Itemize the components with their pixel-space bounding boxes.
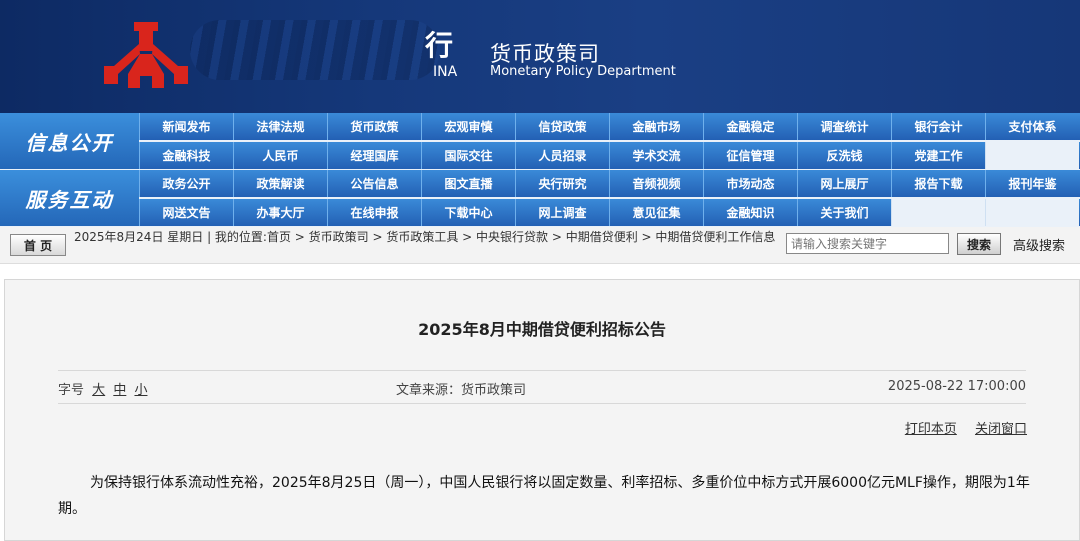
nav-item[interactable]: 货币政策	[327, 113, 421, 140]
nav-item[interactable]: 市场动态	[703, 170, 797, 197]
nav-item-empty	[891, 199, 985, 226]
nav-section-label: 信息公开	[0, 113, 139, 169]
nav-section-info: 信息公开 新闻发布 法律法规 货币政策 宏观审慎 信贷政策 金融市场 金融稳定 …	[0, 113, 1080, 169]
department-subtitle: Monetary Policy Department	[490, 64, 676, 79]
nav-item[interactable]: 新闻发布	[139, 113, 233, 140]
font-size-control: 字号 大 中 小	[58, 379, 147, 398]
bank-name-fragment: 行	[425, 29, 454, 62]
nav-item[interactable]: 金融知识	[703, 199, 797, 226]
print-link[interactable]: 打印本页	[905, 422, 957, 437]
nav-item[interactable]: 网上调查	[515, 199, 609, 226]
nav-item[interactable]: 调查统计	[797, 113, 891, 140]
article-title: 2025年8月中期借贷便利招标公告	[418, 320, 666, 339]
nav-item[interactable]: 公告信息	[327, 170, 421, 197]
advanced-search-link[interactable]: 高级搜索	[1013, 235, 1065, 254]
nav-item[interactable]: 报告下载	[891, 170, 985, 197]
nav-item[interactable]: 金融科技	[139, 142, 233, 169]
pboc-logo-icon[interactable]	[104, 22, 188, 88]
breadcrumb: 2025年8月24日 星期日 | 我的位置:首页 > 货币政策司 > 货币政策工…	[74, 230, 776, 244]
nav-row: 网送文告 办事大厅 在线申报 下载中心 网上调查 意见征集 金融知识 关于我们	[139, 199, 1080, 226]
nav-item[interactable]: 政务公开	[139, 170, 233, 197]
nav-section-label: 服务互动	[0, 170, 139, 226]
article-panel: 2025年8月中期借贷便利招标公告 字号 大 中 小 文章来源：货币政策司 20…	[4, 279, 1080, 541]
nav-item[interactable]: 法律法规	[233, 113, 327, 140]
nav-item[interactable]: 图文直播	[421, 170, 515, 197]
article-source: 文章来源：货币政策司	[396, 383, 527, 398]
article-meta: 字号 大 中 小 文章来源：货币政策司 2025-08-22 17:00:00	[58, 370, 1026, 404]
nav-item[interactable]: 人民币	[233, 142, 327, 169]
location-bar: 首 页 2025年8月24日 星期日 | 我的位置:首页 > 货币政策司 > 货…	[0, 227, 1080, 264]
search-input[interactable]	[786, 233, 949, 254]
article-body: 为保持银行体系流动性充裕，2025年8月25日（周一），中国人民银行将以固定数量…	[58, 475, 1030, 517]
nav-item[interactable]: 银行会计	[891, 113, 985, 140]
nav-item[interactable]: 宏观审慎	[421, 113, 515, 140]
nav-item[interactable]: 金融稳定	[703, 113, 797, 140]
nav-item[interactable]: 反洗钱	[797, 142, 891, 169]
nav-item[interactable]: 信贷政策	[515, 113, 609, 140]
nav-item[interactable]: 在线申报	[327, 199, 421, 226]
nav-item[interactable]: 音频视频	[609, 170, 703, 197]
nav-item-empty	[985, 142, 1079, 169]
nav-row: 新闻发布 法律法规 货币政策 宏观审慎 信贷政策 金融市场 金融稳定 调查统计 …	[139, 113, 1080, 140]
nav-item[interactable]: 金融市场	[609, 113, 703, 140]
nav-item[interactable]: 征信管理	[703, 142, 797, 169]
nav-item[interactable]: 网上展厅	[797, 170, 891, 197]
nav-item[interactable]: 办事大厅	[233, 199, 327, 226]
nav-row: 政务公开 政策解读 公告信息 图文直播 央行研究 音频视频 市场动态 网上展厅 …	[139, 170, 1080, 197]
nav-item[interactable]: 关于我们	[797, 199, 891, 226]
nav-item[interactable]: 下载中心	[421, 199, 515, 226]
nav-item[interactable]: 报刊年鉴	[985, 170, 1079, 197]
nav-item[interactable]: 支付体系	[985, 113, 1079, 140]
nav-item[interactable]: 国际交往	[421, 142, 515, 169]
font-size-large[interactable]: 大	[92, 383, 105, 398]
nav-section-service: 服务互动 政务公开 政策解读 公告信息 图文直播 央行研究 音频视频 市场动态 …	[0, 170, 1080, 226]
article-date: 2025-08-22 17:00:00	[887, 379, 1026, 394]
article-actions: 打印本页 关闭窗口	[891, 418, 1027, 437]
font-size-medium[interactable]: 中	[113, 383, 126, 398]
nav-item[interactable]: 党建工作	[891, 142, 985, 169]
nav-item[interactable]: 人员招录	[515, 142, 609, 169]
nav-item[interactable]: 网送文告	[139, 199, 233, 226]
nav-item-empty	[985, 199, 1079, 226]
nav-item[interactable]: 意见征集	[609, 199, 703, 226]
site-banner: 行 INA 货币政策司 Monetary Policy Department	[0, 0, 1080, 113]
main-navigation: 信息公开 新闻发布 法律法规 货币政策 宏观审慎 信贷政策 金融市场 金融稳定 …	[0, 113, 1080, 227]
nav-row: 金融科技 人民币 经理国库 国际交往 人员招录 学术交流 征信管理 反洗钱 党建…	[139, 142, 1080, 169]
nav-item[interactable]: 央行研究	[515, 170, 609, 197]
font-size-label: 字号	[58, 383, 85, 398]
nav-item[interactable]: 经理国库	[327, 142, 421, 169]
search-button[interactable]: 搜索	[957, 233, 1001, 255]
nav-item[interactable]: 学术交流	[609, 142, 703, 169]
close-window-link[interactable]: 关闭窗口	[975, 422, 1027, 437]
nav-item[interactable]: 政策解读	[233, 170, 327, 197]
home-button[interactable]: 首 页	[10, 234, 66, 256]
banner-decoration	[190, 20, 440, 80]
font-size-small[interactable]: 小	[134, 383, 147, 398]
bank-name-english-fragment: INA	[433, 64, 458, 80]
